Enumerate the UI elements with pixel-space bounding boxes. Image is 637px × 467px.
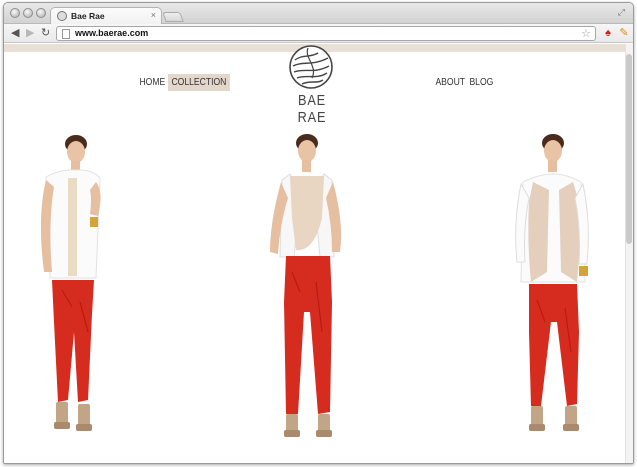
new-tab-button[interactable] (162, 12, 184, 22)
scrollbar[interactable] (625, 44, 633, 463)
nav-blog-link[interactable]: BLOG (466, 74, 497, 91)
nav-home-link[interactable]: HOME (136, 74, 169, 91)
reload-icon[interactable]: ↻ (41, 26, 50, 40)
nav-collection-link[interactable]: COLLECTION (168, 74, 230, 91)
page-icon (62, 29, 70, 39)
address-bar[interactable]: www.baerae.com ☆ (56, 26, 596, 41)
close-window-button[interactable] (10, 8, 20, 18)
tab-close-icon[interactable]: × (151, 10, 156, 20)
page-content: HOME COLLECTION ABOUT BLOG BAE RAE (4, 44, 633, 463)
forward-icon[interactable]: ▶ (26, 26, 34, 40)
extension-icon[interactable]: ♠ (601, 26, 615, 40)
back-icon[interactable]: ◀ (11, 26, 19, 40)
minimize-window-button[interactable] (23, 8, 33, 18)
browser-window: Bae Rae × ⤢ ◀ ▶ ↻ www.baerae.com ☆ ♠ ✎ H… (3, 2, 634, 464)
model-photo-2[interactable] (256, 132, 356, 440)
model-photo-3[interactable] (509, 132, 595, 438)
scroll-thumb[interactable] (626, 54, 632, 244)
favicon-icon (57, 11, 67, 21)
brand-name[interactable]: BAE RAE (287, 92, 338, 126)
resize-icon[interactable]: ⤢ (618, 7, 625, 18)
nav-about-link[interactable]: ABOUT (432, 74, 469, 91)
star-icon[interactable]: ☆ (581, 27, 591, 40)
tab-bae-rae[interactable]: Bae Rae × (50, 7, 162, 25)
url-text[interactable]: www.baerae.com (75, 28, 148, 38)
extension-icon[interactable]: ✎ (617, 26, 631, 40)
tab-strip: Bae Rae × ⤢ (4, 3, 633, 25)
tab-title: Bae Rae (71, 11, 105, 21)
zoom-window-button[interactable] (36, 8, 46, 18)
model-photo-1[interactable] (32, 132, 112, 437)
logo-icon[interactable] (288, 44, 334, 90)
toolbar: ◀ ▶ ↻ www.baerae.com ☆ ♠ ✎ (4, 24, 633, 43)
